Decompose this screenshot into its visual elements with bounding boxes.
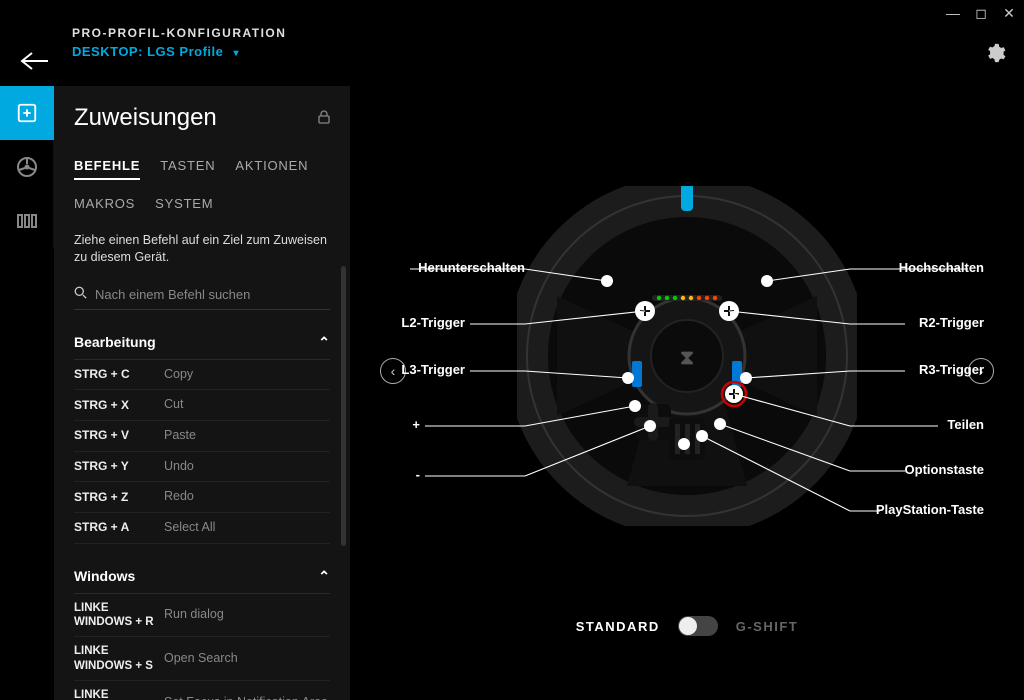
panel-heading: Zuweisungen [74,104,330,132]
cmd-copy[interactable]: STRG + CCopy [74,360,330,391]
wheel-label-options[interactable]: Optionstaste [905,462,984,477]
wheel-label-teilen[interactable]: Teilen [947,417,984,432]
gshift-toggle[interactable] [678,616,718,636]
search-icon [74,286,87,302]
commands-panel: Zuweisungen BEFEHLE TASTEN AKTIONEN MAKR… [54,86,350,700]
group-head-windows[interactable]: Windows ⌃ [74,562,330,594]
tab-tasten[interactable]: TASTEN [160,158,215,180]
cmd-notifarea[interactable]: LINKE WINDOWS + BSet Focus in Notificati… [74,681,330,700]
cmd-opensearch[interactable]: LINKE WINDOWS + SOpen Search [74,637,330,681]
profile-selector[interactable]: DESKTOP: LGS Profile ▾ [72,44,1024,59]
group-title: Bearbeitung [74,334,156,350]
scrollbar[interactable] [341,266,346,546]
minimize-button[interactable]: — [946,6,960,20]
tab-system[interactable]: SYSTEM [155,196,213,216]
cmd-redo[interactable]: STRG + ZRedo [74,482,330,513]
steering-wheel: ⧗ [517,186,857,529]
sidebar-rail [0,86,54,248]
cmd-run[interactable]: LINKE WINDOWS + RRun dialog [74,594,330,638]
wheel-label-l2[interactable]: L2-Trigger [390,315,465,330]
panel-heading-text: Zuweisungen [74,104,217,132]
lock-icon[interactable] [318,110,330,127]
chevron-down-icon: ▾ [233,48,239,59]
wheel-label-herunterschalten[interactable]: Herunterschalten [390,260,525,275]
back-button[interactable] [20,46,48,77]
tab-aktionen[interactable]: AKTIONEN [235,158,308,180]
close-button[interactable]: ✕ [1002,6,1016,20]
panel-tabs: BEFEHLE TASTEN AKTIONEN MAKROS SYSTEM [74,158,330,216]
rail-wheel[interactable] [0,140,54,194]
cmd-selectall[interactable]: STRG + ASelect All [74,513,330,544]
cmd-cut[interactable]: STRG + XCut [74,390,330,421]
cmd-undo[interactable]: STRG + YUndo [74,452,330,483]
group-head-bearbeitung[interactable]: Bearbeitung ⌃ [74,328,330,360]
panel-hint: Ziehe einen Befehl auf ein Ziel zum Zuwe… [74,232,330,266]
rail-pedals[interactable] [0,194,54,248]
chevron-up-icon: ⌃ [318,334,330,351]
cmd-paste[interactable]: STRG + VPaste [74,421,330,452]
group-windows: Windows ⌃ LINKE WINDOWS + RRun dialog LI… [74,562,330,700]
window-controls: — ◻ ✕ [946,6,1016,20]
wheel-label-minus[interactable]: - [390,467,420,482]
wheel-label-l3[interactable]: L3-Trigger [390,362,465,377]
search-field[interactable] [74,280,330,310]
group-bearbeitung: Bearbeitung ⌃ STRG + CCopy STRG + XCut S… [74,328,330,544]
toggle-label-gshift: G-SHIFT [736,619,799,634]
tab-makros[interactable]: MAKROS [74,196,135,216]
rail-assignments[interactable] [0,86,54,140]
wheel-label-r3[interactable]: R3-Trigger [919,362,984,377]
page-title: PRO-PROFIL-KONFIGURATION [72,26,1024,40]
group-title: Windows [74,568,135,584]
wheel-label-hochschalten[interactable]: Hochschalten [899,260,984,275]
toggle-label-standard: STANDARD [576,619,660,634]
wheel-label-pstaste[interactable]: PlayStation-Taste [876,502,984,517]
desktop-label: DESKTOP: [72,44,143,59]
header: PRO-PROFIL-KONFIGURATION DESKTOP: LGS Pr… [0,0,1024,80]
wheel-label-r2[interactable]: R2-Trigger [919,315,984,330]
wheel-label-plus[interactable]: + [390,417,420,432]
chevron-up-icon: ⌃ [318,568,330,585]
gshift-toggle-bar: STANDARD G-SHIFT [350,616,1024,636]
tab-befehle[interactable]: BEFEHLE [74,158,140,180]
maximize-button[interactable]: ◻ [974,6,988,20]
device-view: ‹ › ⧗ [350,86,1024,700]
settings-button[interactable] [984,42,1006,67]
svg-text:⧗: ⧗ [680,347,694,369]
profile-name: LGS Profile [147,44,223,59]
search-input[interactable] [95,285,330,304]
